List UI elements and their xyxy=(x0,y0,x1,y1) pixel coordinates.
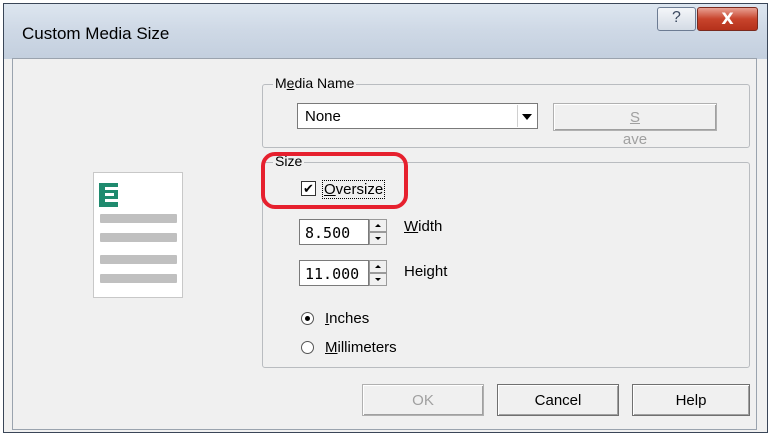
media-name-legend: Media Name xyxy=(273,75,357,91)
page-preview xyxy=(93,172,183,298)
millimeters-radio[interactable] xyxy=(301,341,314,354)
width-input[interactable]: 8.500 xyxy=(299,219,369,245)
help-title-button[interactable]: ? xyxy=(657,7,696,31)
annotation-highlight xyxy=(261,152,408,209)
width-label: Width xyxy=(404,218,443,235)
width-increment-button[interactable] xyxy=(369,219,387,232)
height-spinner[interactable] xyxy=(369,260,387,286)
width-spinner[interactable] xyxy=(369,219,387,245)
height-decrement-button[interactable] xyxy=(369,273,387,286)
chevron-down-icon[interactable] xyxy=(517,105,536,127)
preview-line xyxy=(100,214,177,223)
save-button[interactable]: Save xyxy=(553,103,717,148)
preview-line xyxy=(100,233,177,242)
media-name-value: None xyxy=(305,108,341,125)
preview-line xyxy=(100,255,177,264)
help-button[interactable]: Help xyxy=(632,384,750,416)
preview-line xyxy=(100,274,177,283)
width-decrement-button[interactable] xyxy=(369,232,387,245)
dialog-title: Custom Media Size xyxy=(22,24,170,43)
cancel-button[interactable]: Cancel xyxy=(497,384,619,416)
close-button[interactable]: X xyxy=(697,7,758,31)
inches-radio[interactable] xyxy=(301,312,314,325)
close-icon: X xyxy=(721,9,734,28)
inches-label[interactable]: Inches xyxy=(325,310,369,327)
height-input[interactable]: 11.000 xyxy=(299,260,369,286)
title-bar[interactable]: Custom Media Size ? X xyxy=(4,4,767,59)
media-name-select[interactable]: None xyxy=(297,103,538,129)
height-label: Height xyxy=(404,263,448,280)
question-icon: ? xyxy=(672,9,681,26)
ok-button[interactable]: OK xyxy=(362,384,484,416)
height-increment-button[interactable] xyxy=(369,260,387,273)
millimeters-label[interactable]: Millimeters xyxy=(325,339,397,356)
e-logo-icon xyxy=(99,183,118,207)
